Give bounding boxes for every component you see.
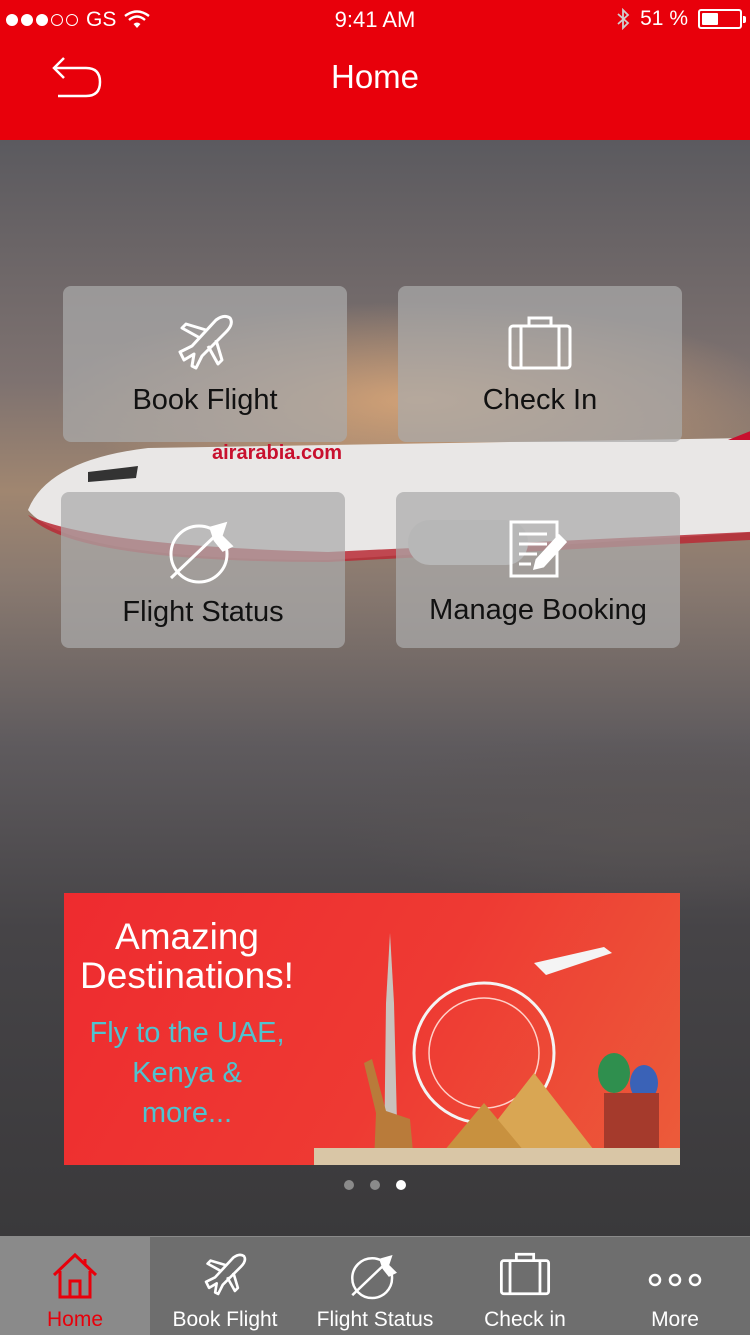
more-dots-icon — [648, 1273, 702, 1287]
pager-dot-active[interactable] — [396, 1180, 406, 1190]
tile-flight-status[interactable]: Flight Status — [61, 492, 345, 648]
tab-label: Home — [46, 1308, 104, 1331]
promo-title-line2: Destinations! — [80, 955, 294, 996]
document-edit-icon — [509, 520, 568, 578]
pager-dot[interactable] — [344, 1180, 354, 1190]
tab-label: Book Flight — [172, 1308, 278, 1331]
tab-flight-status[interactable]: Flight Status — [300, 1237, 450, 1335]
tab-book-flight[interactable]: Book Flight — [150, 1237, 300, 1335]
suitcase-icon — [499, 1252, 551, 1296]
pager-dot[interactable] — [370, 1180, 380, 1190]
globe-plane-icon — [169, 521, 234, 584]
status-bar: GS 9:41 AM 51 % — [0, 0, 750, 40]
tab-check-in[interactable]: Check in — [450, 1237, 600, 1335]
top-bar: GS 9:41 AM 51 % Home — [0, 0, 750, 140]
tab-more[interactable]: More — [600, 1237, 750, 1335]
promo-sub-line2: Kenya & — [132, 1057, 242, 1089]
promo-subtitle: Fly to the UAE, Kenya & more... — [64, 1013, 310, 1133]
tile-book-flight[interactable]: Book Flight — [63, 286, 347, 442]
promo-title-line1: Amazing — [115, 916, 259, 957]
landmarks-illustration — [314, 933, 680, 1165]
tile-label: Book Flight — [132, 384, 278, 416]
tab-home[interactable]: Home — [0, 1237, 150, 1335]
battery-icon — [698, 9, 746, 29]
bluetooth-icon — [617, 8, 630, 30]
tab-label: Check in — [484, 1308, 566, 1331]
tile-manage-booking[interactable]: Manage Booking — [396, 492, 680, 648]
promo-sub-line3: more... — [141, 1097, 233, 1129]
tile-label: Check In — [482, 384, 598, 416]
tile-check-in[interactable]: Check In — [398, 286, 682, 442]
airplane-icon — [178, 314, 233, 370]
tab-label: More — [651, 1308, 699, 1331]
tile-label: Manage Booking — [429, 594, 647, 626]
promo-sub-line1: Fly to the UAE, — [89, 1017, 285, 1049]
promo-title: Amazing Destinations! — [64, 917, 310, 995]
airplane-icon — [204, 1253, 247, 1296]
promo-banner[interactable]: Amazing Destinations! Fly to the UAE, Ke… — [64, 893, 680, 1165]
battery-percent: 51 % — [640, 7, 688, 30]
page-title: Home — [330, 58, 420, 95]
suitcase-icon — [508, 316, 572, 370]
tab-label: Flight Status — [316, 1308, 434, 1331]
globe-plane-icon — [351, 1254, 397, 1300]
promo-pager — [0, 1180, 750, 1190]
house-icon — [52, 1252, 98, 1299]
status-right: 51 % — [616, 7, 746, 31]
tile-label: Flight Status — [122, 596, 284, 628]
tab-bar: Home Book Flight Flight Status Check in … — [0, 1236, 750, 1335]
airline-livery-text: airarabia.com — [212, 442, 343, 464]
